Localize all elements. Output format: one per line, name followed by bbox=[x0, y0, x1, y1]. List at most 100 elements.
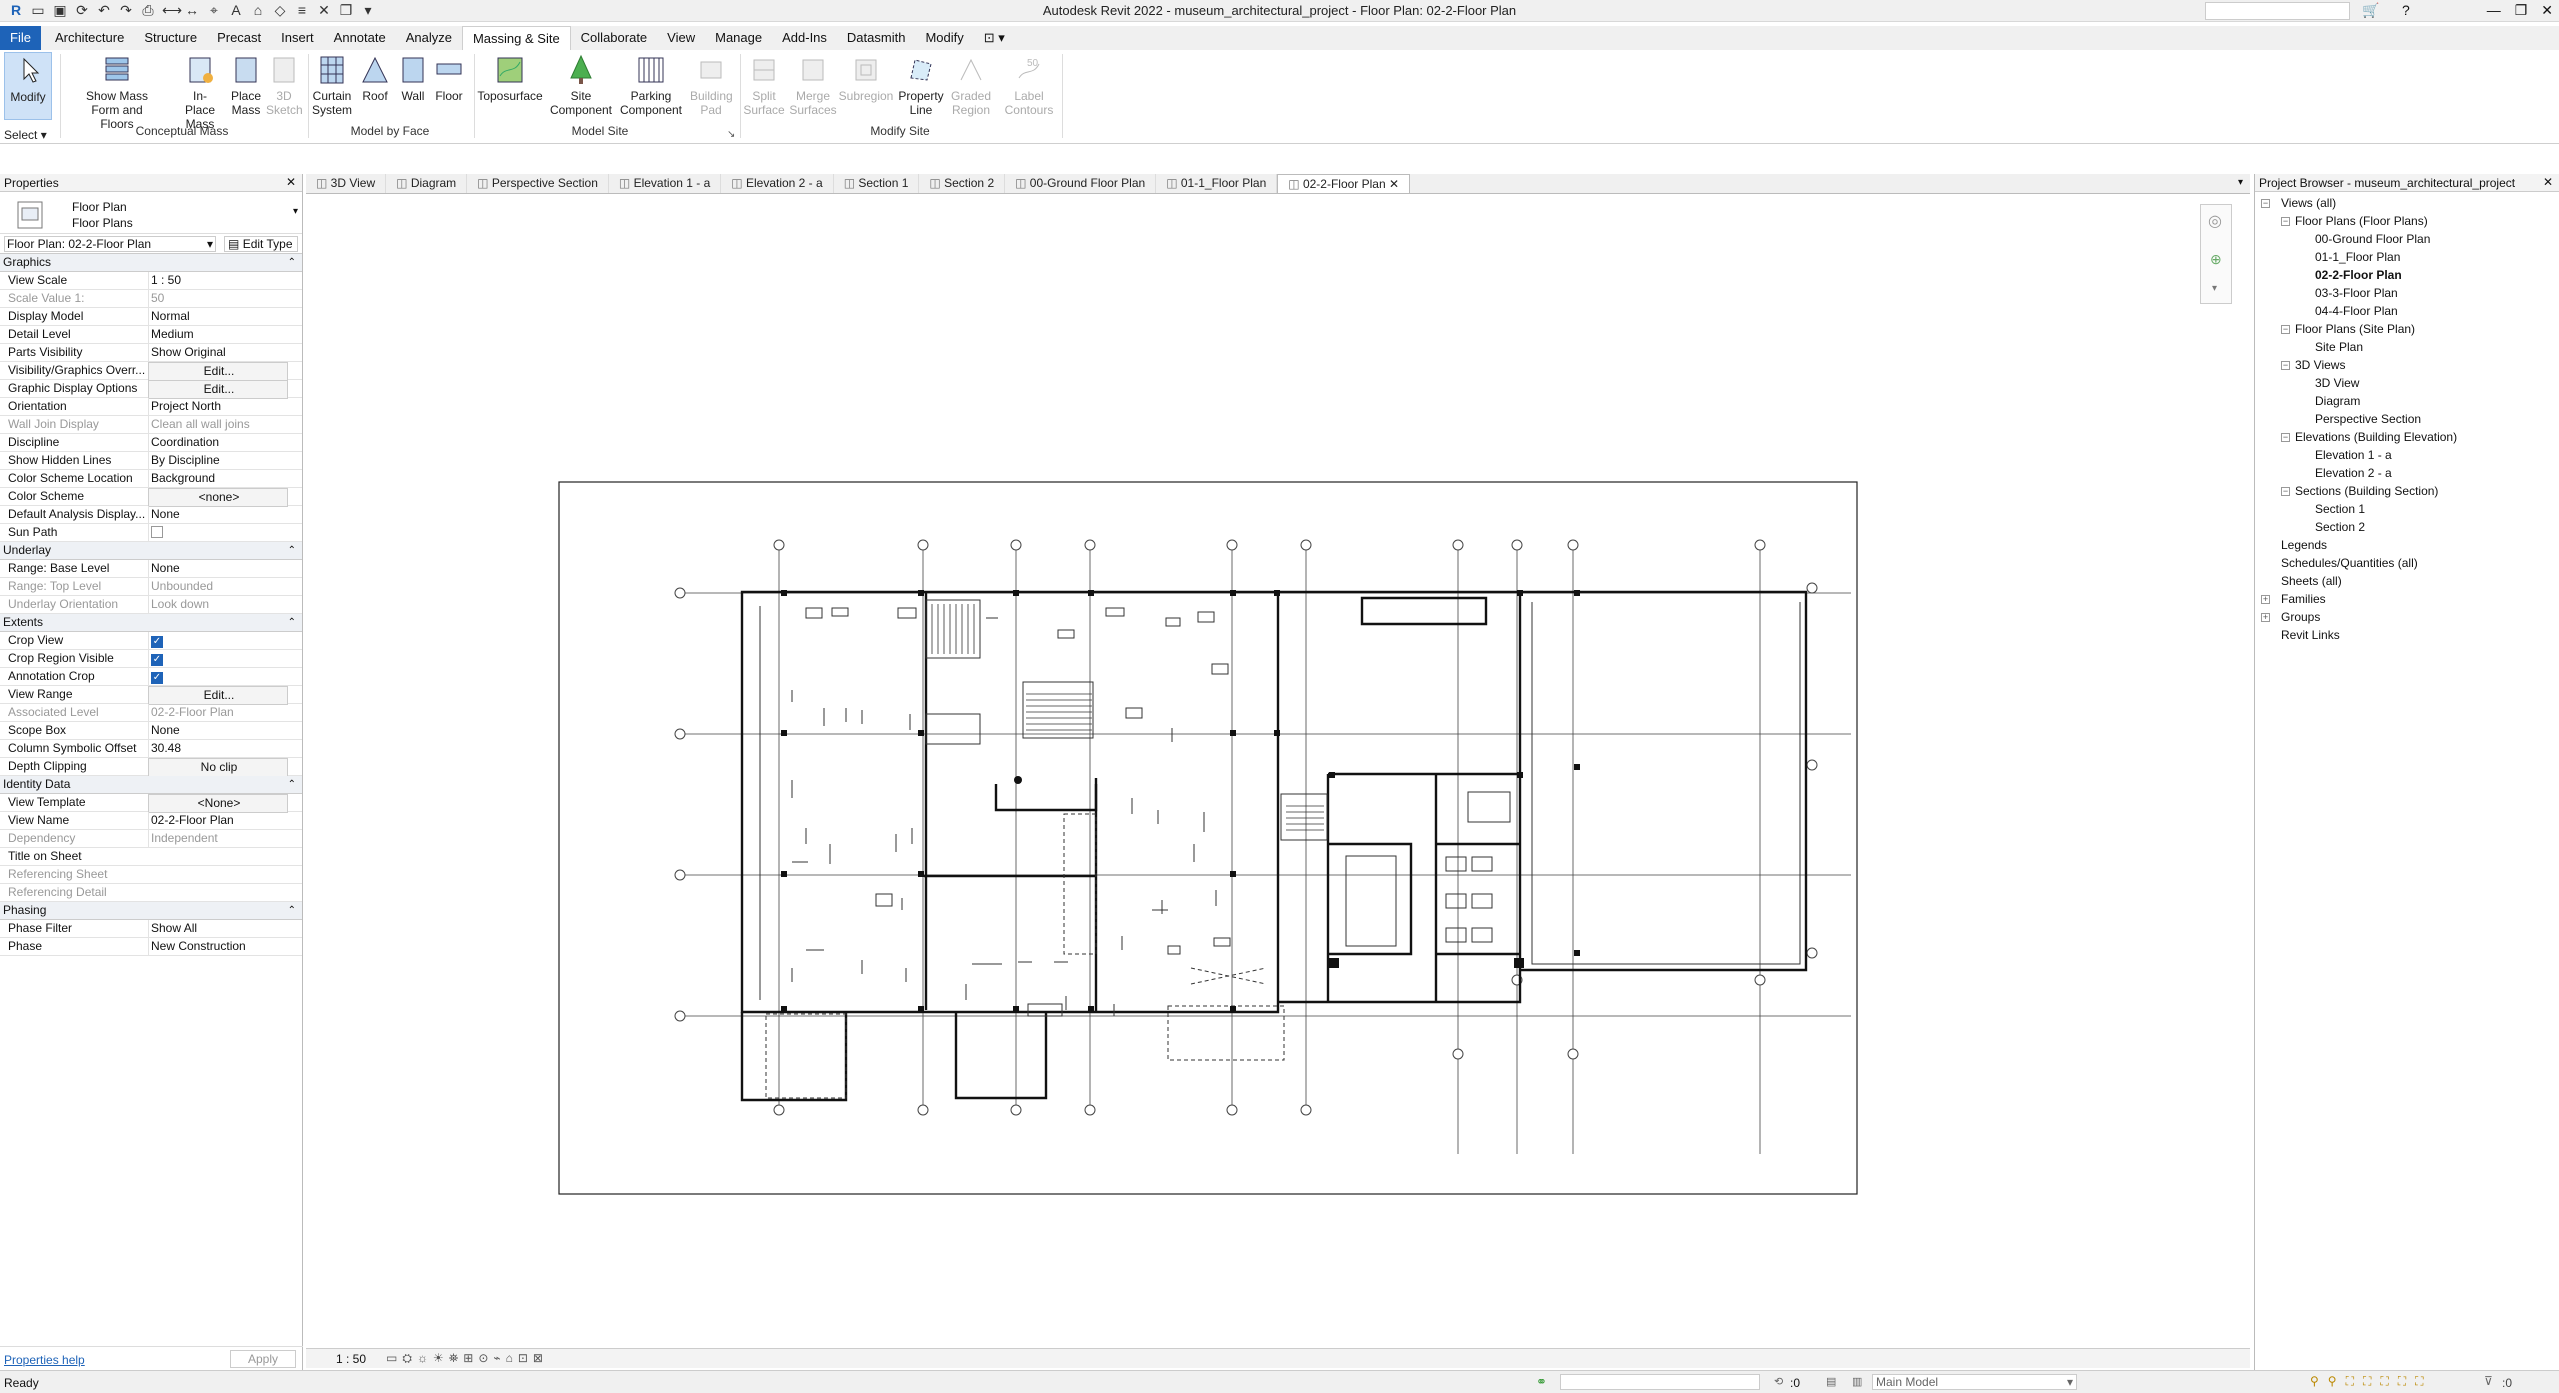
expand-icon[interactable]: − bbox=[2281, 325, 2290, 334]
browser-item-elev1[interactable]: Elevation 1 - a bbox=[2315, 448, 2392, 462]
tab-massing-site[interactable]: Massing & Site bbox=[461, 26, 571, 50]
collapse-icon[interactable]: ⌃ bbox=[288, 254, 296, 271]
property-button[interactable]: <none> bbox=[148, 488, 288, 507]
tab-structure[interactable]: Structure bbox=[134, 26, 207, 50]
view-tab[interactable]: ◫ 00-Ground Floor Plan ✕ bbox=[1005, 174, 1157, 193]
browser-item-schedules[interactable]: Schedules/Quantities (all) bbox=[2281, 556, 2418, 570]
property-button[interactable]: Edit... bbox=[148, 362, 288, 381]
property-value[interactable]: Show Original bbox=[148, 344, 288, 361]
browser-item-fp2[interactable]: 02-2-Floor Plan bbox=[2315, 268, 2402, 282]
collapse-icon[interactable]: ⌃ bbox=[288, 776, 296, 793]
browser-item-site_plan[interactable]: Site Plan bbox=[2315, 340, 2363, 354]
edit-type-button[interactable]: ▤ Edit Type bbox=[224, 236, 298, 252]
wall-button[interactable]: Wall bbox=[396, 52, 430, 103]
property-value[interactable]: None bbox=[148, 506, 288, 523]
browser-item-views_all[interactable]: Views (all) bbox=[2281, 196, 2336, 210]
browser-item-fp[interactable]: Floor Plans (Floor Plans) bbox=[2295, 214, 2428, 228]
tab-precast[interactable]: Precast bbox=[207, 26, 271, 50]
browser-item-links[interactable]: Revit Links bbox=[2281, 628, 2340, 642]
contextual-tab-icon[interactable]: ⊡ ▾ bbox=[974, 26, 1015, 50]
cart-icon[interactable]: 🛒 bbox=[2362, 2, 2379, 19]
property-checkbox[interactable]: ✓ bbox=[148, 632, 288, 649]
tab-collaborate[interactable]: Collaborate bbox=[571, 26, 658, 50]
expand-icon[interactable]: − bbox=[2281, 433, 2290, 442]
section-graphics[interactable]: Graphics ⌃ bbox=[0, 254, 302, 272]
tab-view[interactable]: View bbox=[657, 26, 705, 50]
view-tab[interactable]: ◫ 01-1_Floor Plan ✕ bbox=[1156, 174, 1278, 193]
browser-item-fp0[interactable]: 00-Ground Floor Plan bbox=[2315, 232, 2430, 246]
drawing-canvas[interactable]: ◎ ⊕ ▾ bbox=[306, 194, 2250, 1348]
instance-select[interactable]: Floor Plan: 02-2-Floor Plan ▾ bbox=[4, 236, 216, 252]
property-value[interactable]: New Construction bbox=[148, 938, 288, 955]
tab-annotate[interactable]: Annotate bbox=[324, 26, 396, 50]
view-tab[interactable]: ◫ Elevation 2 - a ✕ bbox=[721, 174, 834, 193]
selection-filter-icons[interactable]: ⚲⚲⛶⛶⛶⛶⛶ bbox=[2310, 1374, 2433, 1389]
collapse-icon[interactable]: ⌃ bbox=[288, 614, 296, 631]
zoom-icon[interactable]: ⊕ bbox=[2210, 251, 2222, 268]
browser-item-fp1[interactable]: 01-1_Floor Plan bbox=[2315, 250, 2400, 264]
property-value[interactable]: 1 : 50 bbox=[148, 272, 288, 289]
property-value[interactable]: None bbox=[148, 560, 288, 577]
property-line-button[interactable]: Property Line bbox=[896, 52, 946, 117]
section-phasing[interactable]: Phasing ⌃ bbox=[0, 902, 302, 920]
expand-icon[interactable]: + bbox=[2261, 613, 2270, 622]
browser-item-sec1[interactable]: Section 1 bbox=[2315, 502, 2365, 516]
curtain-system-button[interactable]: Curtain System bbox=[310, 52, 354, 117]
toposurface-button[interactable]: Toposurface bbox=[476, 52, 544, 103]
search-input[interactable] bbox=[2205, 2, 2350, 20]
view-control-icons[interactable]: ▭⛭☼☀⛯⊞⊙⌁⌂⊡⊠ bbox=[386, 1351, 548, 1366]
expand-icon[interactable]: − bbox=[2281, 217, 2290, 226]
nav-dropdown-icon[interactable]: ▾ bbox=[2212, 283, 2217, 294]
inplace-mass-button[interactable]: In-Place Mass bbox=[178, 52, 222, 131]
chevron-down-icon[interactable]: ▾ bbox=[293, 206, 298, 217]
apply-button[interactable]: Apply bbox=[230, 1350, 296, 1368]
browser-item-v3d1[interactable]: 3D View bbox=[2315, 376, 2359, 390]
tab-modify[interactable]: Modify bbox=[915, 26, 973, 50]
checkbox-icon[interactable]: ✓ bbox=[151, 672, 163, 684]
tabs-menu-icon[interactable]: ▾ bbox=[2238, 177, 2243, 188]
help-icon[interactable]: ? bbox=[2402, 2, 2410, 18]
restore-icon[interactable]: ❐ bbox=[2515, 2, 2528, 19]
property-value[interactable]: Show All bbox=[148, 920, 288, 937]
tab-add-ins[interactable]: Add-Ins bbox=[772, 26, 837, 50]
workset-select[interactable] bbox=[1560, 1374, 1760, 1390]
section-identity-data[interactable]: Identity Data ⌃ bbox=[0, 776, 302, 794]
property-checkbox[interactable]: ✓ bbox=[148, 650, 288, 667]
place-mass-button[interactable]: Place Mass bbox=[226, 52, 266, 117]
show-mass-button[interactable]: Show Mass Form and Floors bbox=[82, 52, 152, 131]
property-button[interactable]: Edit... bbox=[148, 380, 288, 399]
view-tab[interactable]: ◫ Diagram ✕ bbox=[386, 174, 468, 193]
filter-icon[interactable]: ⊽ bbox=[2484, 1374, 2493, 1388]
properties-help-link[interactable]: Properties help bbox=[4, 1353, 85, 1367]
collapse-icon[interactable]: ⌃ bbox=[288, 902, 296, 919]
close-tab-icon[interactable]: ✕ bbox=[1386, 177, 1399, 191]
browser-item-elev[interactable]: Elevations (Building Elevation) bbox=[2295, 430, 2457, 444]
roof-button[interactable]: Roof bbox=[358, 52, 392, 103]
browser-item-groups[interactable]: Groups bbox=[2281, 610, 2320, 624]
expand-icon[interactable]: − bbox=[2281, 361, 2290, 370]
type-selector[interactable]: Floor Plan Floor Plans ▾ bbox=[0, 192, 302, 234]
steering-wheel-icon[interactable]: ◎ bbox=[2208, 211, 2222, 231]
browser-item-families[interactable]: Families bbox=[2281, 592, 2326, 606]
design-options-icon[interactable]: ▤ bbox=[1826, 1375, 1836, 1388]
browser-item-v3d2[interactable]: Diagram bbox=[2315, 394, 2360, 408]
browser-item-legends[interactable]: Legends bbox=[2281, 538, 2327, 552]
view-tab[interactable]: ◫ 02-2-Floor Plan ✕ bbox=[1277, 174, 1411, 193]
property-value[interactable]: Background bbox=[148, 470, 288, 487]
property-value[interactable]: Normal bbox=[148, 308, 288, 325]
editable-only-icon[interactable]: ⟲ bbox=[1774, 1375, 1783, 1388]
tab-architecture[interactable]: Architecture bbox=[45, 26, 134, 50]
checkbox-icon[interactable]: ✓ bbox=[151, 654, 163, 666]
checkbox-icon[interactable] bbox=[151, 526, 163, 538]
select-dropdown[interactable]: Select ▾ bbox=[4, 128, 54, 142]
property-value[interactable]: 30.48 bbox=[148, 740, 288, 757]
browser-item-sec2[interactable]: Section 2 bbox=[2315, 520, 2365, 534]
dialog-launcher-icon[interactable]: ↘ bbox=[727, 129, 735, 140]
parking-component-button[interactable]: Parking Component bbox=[616, 52, 686, 117]
minimize-icon[interactable]: — bbox=[2487, 2, 2501, 19]
browser-item-site[interactable]: Floor Plans (Site Plan) bbox=[2295, 322, 2415, 336]
worksharing-icon[interactable]: ⚭ bbox=[1536, 1374, 1547, 1390]
section-extents[interactable]: Extents ⌃ bbox=[0, 614, 302, 632]
browser-item-v3d3[interactable]: Perspective Section bbox=[2315, 412, 2421, 426]
tab-analyze[interactable]: Analyze bbox=[396, 26, 462, 50]
